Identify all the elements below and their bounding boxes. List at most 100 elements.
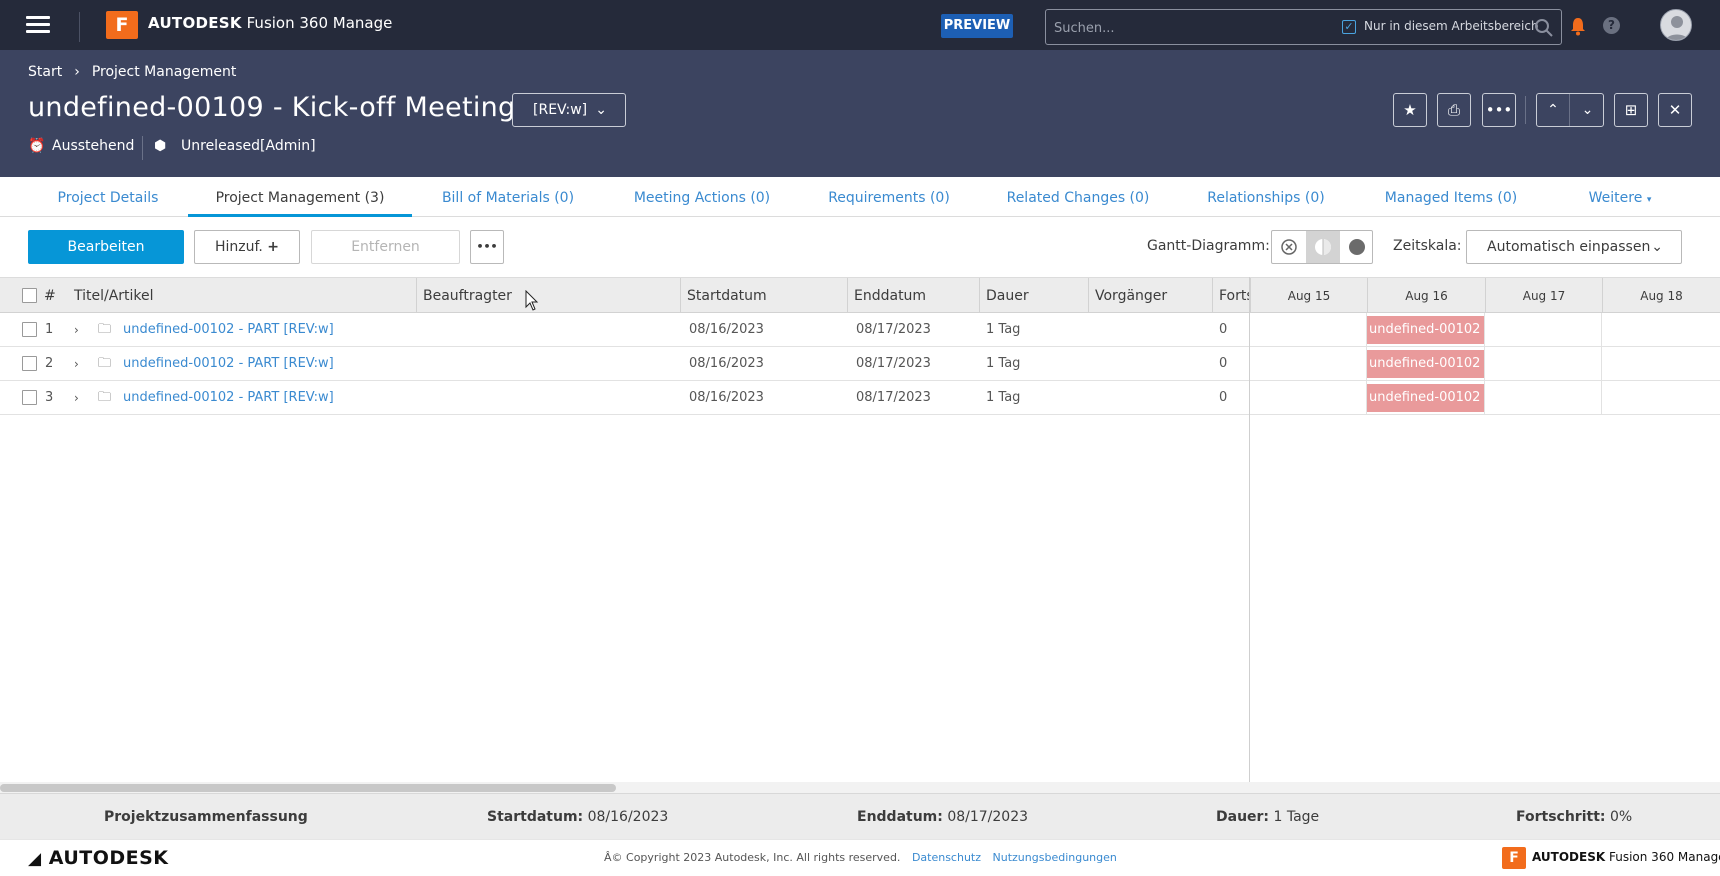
column-title[interactable]: Titel/Artikel xyxy=(68,278,416,312)
edit-button[interactable]: Bearbeiten xyxy=(28,230,184,264)
timescale-select[interactable]: Automatisch einpassen ⌄ xyxy=(1466,230,1682,264)
tab-bar: Project Details Project Management (3) B… xyxy=(0,177,1720,217)
print-icon: ⎙ xyxy=(1447,101,1460,119)
gantt-split-divider[interactable] xyxy=(1249,277,1250,793)
row-title-link[interactable]: undefined-00102 - PART [REV:w] xyxy=(123,347,334,381)
column-start-date[interactable]: Startdatum xyxy=(680,278,847,312)
chevron-up-icon[interactable]: ⌃ xyxy=(1537,94,1570,126)
tab-more[interactable]: Weitere ▾ xyxy=(1570,177,1670,217)
copyright: Â© Copyright 2023 Autodesk, Inc. All rig… xyxy=(604,851,1117,864)
search-scope-checkbox[interactable]: ✓ xyxy=(1342,20,1356,34)
table-row[interactable]: 1 › 🗀 undefined-00102 - PART [REV:w] 08/… xyxy=(0,313,1720,347)
column-progress[interactable]: Forts xyxy=(1212,278,1249,312)
gantt-off-icon[interactable] xyxy=(1272,231,1306,263)
fusion-logo-icon: F xyxy=(106,11,138,39)
preview-badge[interactable]: PREVIEW xyxy=(941,14,1013,38)
page-title: undefined-00109 - Kick-off Meeting xyxy=(28,92,516,123)
summary-end-value: 08/17/2023 xyxy=(947,809,1029,825)
row-start-date: 08/16/2023 xyxy=(689,356,764,371)
scrollbar-thumb[interactable] xyxy=(0,784,616,792)
row-title-link[interactable]: undefined-00102 - PART [REV:w] xyxy=(123,381,334,415)
select-all-checkbox[interactable] xyxy=(22,288,37,303)
expand-chevron-icon[interactable]: › xyxy=(74,381,79,415)
row-number: 3 xyxy=(45,390,54,405)
avatar[interactable] xyxy=(1660,9,1692,41)
folder-icon: 🗀 xyxy=(98,322,112,337)
tab-project-management[interactable]: Project Management (3) xyxy=(188,177,412,217)
row-title-link[interactable]: undefined-00102 - PART [REV:w] xyxy=(123,313,334,347)
horizontal-scrollbar[interactable] xyxy=(0,782,1720,793)
column-assignee[interactable]: Beauftragter xyxy=(416,278,680,312)
tab-managed-items[interactable]: Managed Items (0) xyxy=(1378,177,1524,217)
tab-related-changes[interactable]: Related Changes (0) xyxy=(1002,177,1154,217)
app-name: Fusion 360 Manage xyxy=(246,14,393,32)
tab-requirements[interactable]: Requirements (0) xyxy=(820,177,958,217)
more-icon[interactable]: ••• xyxy=(470,230,504,264)
search-input[interactable] xyxy=(1054,17,1324,39)
terms-link[interactable]: Nutzungsbedingungen xyxy=(993,851,1117,864)
release-state: Unreleased[Admin] xyxy=(181,138,316,154)
column-predecessor[interactable]: Vorgänger xyxy=(1088,278,1212,312)
revision-value: [REV:w] xyxy=(533,102,588,118)
gantt-task-bar[interactable]: undefined-00102 - PART [REV:w] xyxy=(1367,316,1485,344)
row-checkbox[interactable] xyxy=(22,390,37,405)
column-duration[interactable]: Dauer xyxy=(979,278,1088,312)
breadcrumb-workspace[interactable]: Project Management xyxy=(92,64,237,80)
remove-button[interactable]: Entfernen xyxy=(311,230,460,264)
expand-chevron-icon[interactable]: › xyxy=(74,313,79,347)
row-end-date: 08/17/2023 xyxy=(856,390,931,405)
folder-icon: 🗀 xyxy=(98,356,112,371)
workflow-status[interactable]: Ausstehend xyxy=(52,138,134,154)
gantt-task-bar[interactable]: undefined-00102 - PART [REV:w] xyxy=(1367,384,1485,412)
privacy-link[interactable]: Datenschutz xyxy=(912,851,981,864)
divider xyxy=(1525,96,1526,124)
tab-more-label: Weitere xyxy=(1588,190,1643,206)
tab-bill-of-materials[interactable]: Bill of Materials (0) xyxy=(430,177,586,217)
toolbar: Bearbeiten Hinzuf. + Entfernen ••• Gantt… xyxy=(0,217,1720,277)
gantt-task-bar[interactable]: undefined-00102 - PART [REV:w] xyxy=(1367,350,1485,378)
revision-select[interactable]: [REV:w] ⌄ xyxy=(512,93,626,127)
row-progress: 0 xyxy=(1219,390,1228,405)
project-summary-bar: Projektzusammenfassung Startdatum: 08/16… xyxy=(0,793,1720,839)
record-navigation: ⌃ ⌄ xyxy=(1536,93,1604,127)
add-button[interactable]: Hinzuf. + xyxy=(194,230,300,264)
row-start-date: 08/16/2023 xyxy=(689,390,764,405)
footer-brand: AUTODESK xyxy=(1532,850,1606,864)
timescale-value: Automatisch einpassen xyxy=(1487,239,1651,255)
hamburger-menu-icon[interactable] xyxy=(26,16,50,34)
gantt-day-header: Aug 17 xyxy=(1485,278,1602,312)
collapse-button[interactable]: ⊞ xyxy=(1614,93,1648,127)
expand-chevron-icon[interactable]: › xyxy=(74,347,79,381)
bell-icon[interactable] xyxy=(1569,16,1587,36)
footer: ◢ AUTODESK Â© Copyright 2023 Autodesk, I… xyxy=(0,839,1720,876)
tab-meeting-actions[interactable]: Meeting Actions (0) xyxy=(626,177,778,217)
column-end-date[interactable]: Enddatum xyxy=(847,278,979,312)
row-start-date: 08/16/2023 xyxy=(689,322,764,337)
gantt-day-header: Aug 16 xyxy=(1367,278,1485,312)
add-button-label: Hinzuf. xyxy=(214,239,263,255)
gantt-gridline xyxy=(1601,313,1602,415)
chevron-down-icon: ⌄ xyxy=(595,102,607,118)
help-icon[interactable]: ? xyxy=(1603,17,1620,34)
gantt-split-icon[interactable] xyxy=(1306,231,1340,263)
summary-start-value: 08/16/2023 xyxy=(587,809,669,825)
table-row[interactable]: 3 › 🗀 undefined-00102 - PART [REV:w] 08/… xyxy=(0,381,1720,415)
close-button[interactable]: ✕ xyxy=(1658,93,1692,127)
row-checkbox[interactable] xyxy=(22,356,37,371)
autodesk-mark-icon: ◢ xyxy=(28,849,42,869)
print-button[interactable]: ⎙ xyxy=(1437,93,1471,127)
column-number[interactable]: # xyxy=(38,278,68,312)
gantt-full-icon[interactable] xyxy=(1340,231,1374,263)
search-icon[interactable] xyxy=(1534,18,1554,38)
tab-project-details[interactable]: Project Details xyxy=(28,177,188,217)
breadcrumb-start[interactable]: Start xyxy=(28,64,62,80)
more-actions-button[interactable]: ••• xyxy=(1482,93,1516,127)
chevron-down-icon[interactable]: ⌄ xyxy=(1571,94,1604,126)
chevron-right-icon: › xyxy=(74,64,80,80)
table-row[interactable]: 2 › 🗀 undefined-00102 - PART [REV:w] 08/… xyxy=(0,347,1720,381)
tab-relationships[interactable]: Relationships (0) xyxy=(1198,177,1334,217)
bookmark-button[interactable]: ★ xyxy=(1393,93,1427,127)
folder-icon: 🗀 xyxy=(98,390,112,405)
row-checkbox[interactable] xyxy=(22,322,37,337)
summary-progress: Fortschritt: 0% xyxy=(1516,794,1632,840)
